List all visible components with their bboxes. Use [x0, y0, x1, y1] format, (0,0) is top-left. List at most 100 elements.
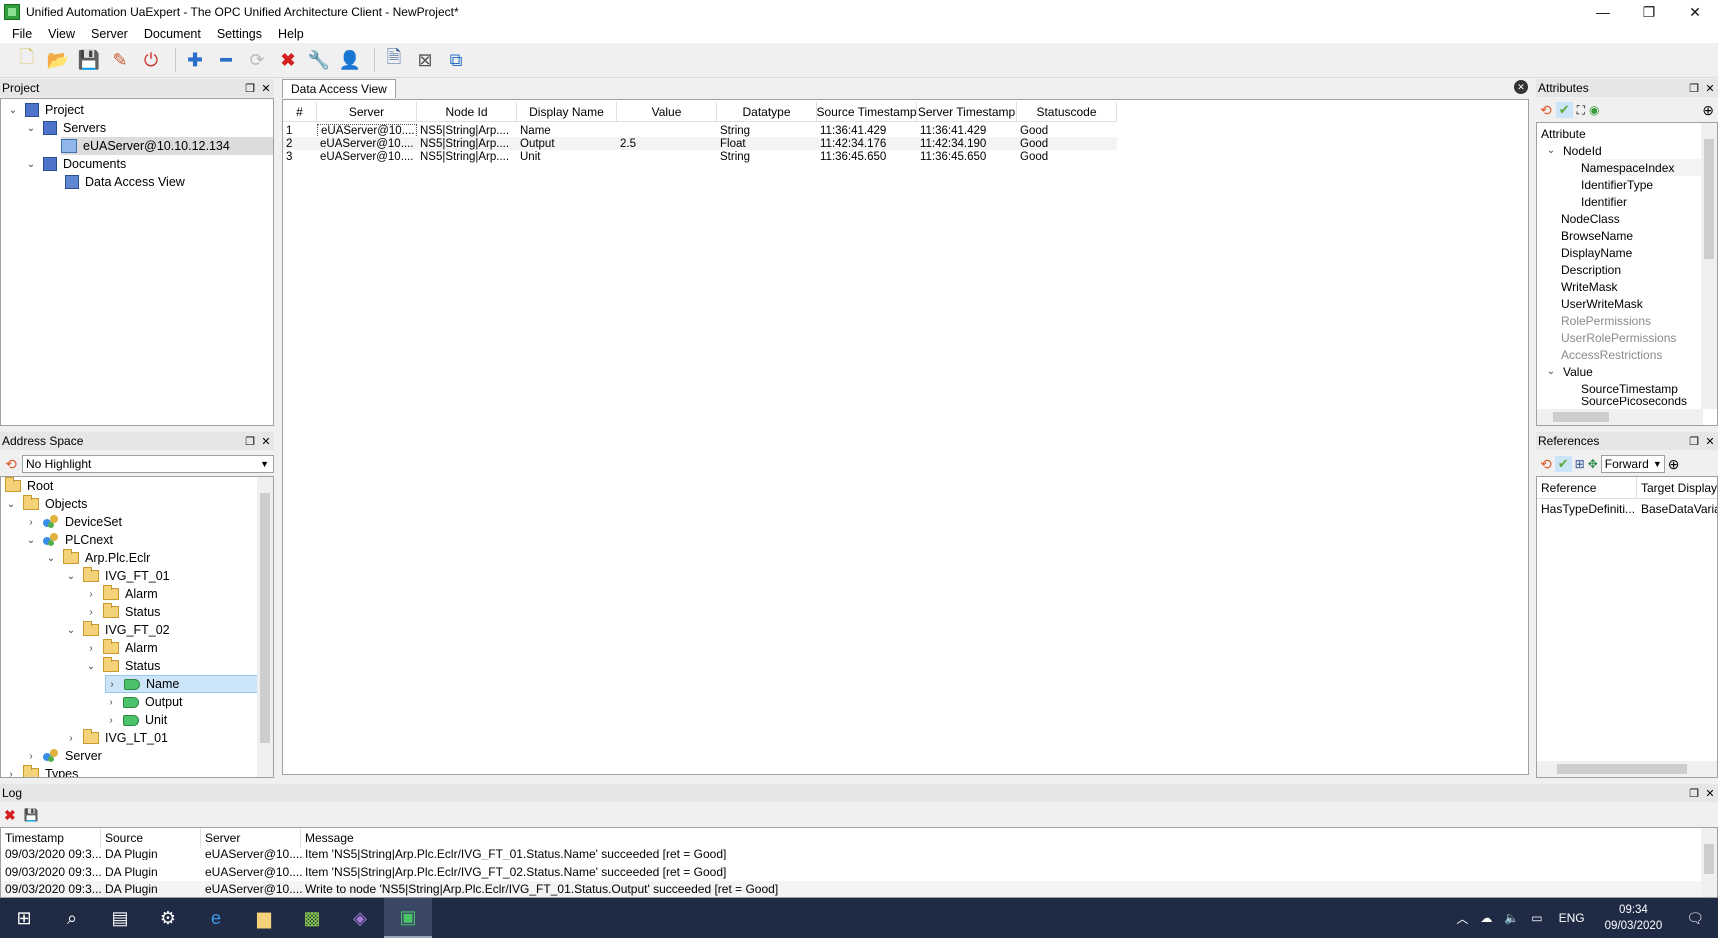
- undock-icon[interactable]: ❐: [242, 435, 258, 448]
- tree-item-servers[interactable]: ⌄ Servers: [25, 119, 106, 137]
- attr-nodeid[interactable]: ⌄ NodeId: [1545, 142, 1602, 159]
- remove-server-icon[interactable]: ━: [213, 47, 239, 73]
- search-icon[interactable]: ⌕: [48, 898, 96, 938]
- address-space-scrollbar[interactable]: [257, 477, 273, 777]
- attributes-hscrollbar[interactable]: [1537, 409, 1703, 425]
- visual-studio-icon[interactable]: ◈: [336, 898, 384, 938]
- undock-icon[interactable]: ❐: [1686, 82, 1702, 95]
- add-server-icon[interactable]: ✚: [182, 47, 208, 73]
- close-document-icon[interactable]: ⊠: [412, 47, 438, 73]
- attr-browsename[interactable]: BrowseName: [1561, 227, 1633, 244]
- node-output[interactable]: › Output: [105, 693, 182, 711]
- attributes-scrollbar[interactable]: [1701, 123, 1717, 409]
- undock-icon[interactable]: ❐: [1686, 435, 1702, 448]
- node-root[interactable]: Root: [5, 477, 53, 495]
- col-statuscode[interactable]: Statuscode: [1017, 101, 1117, 122]
- refresh-icon[interactable]: ⟲: [1540, 102, 1552, 119]
- attr-description[interactable]: Description: [1561, 261, 1621, 278]
- panel-close-icon[interactable]: ✕: [258, 435, 274, 448]
- attr-value[interactable]: ⌄ Value: [1545, 363, 1593, 380]
- menu-document[interactable]: Document: [136, 27, 209, 41]
- node-types[interactable]: › Types: [5, 765, 78, 777]
- node-arp-plc-eclr[interactable]: ⌄ Arp.Plc.Eclr: [45, 549, 150, 567]
- settings-wrench-icon[interactable]: 🔧: [306, 47, 332, 73]
- edge-browser-icon[interactable]: e: [192, 898, 240, 938]
- save-log-icon[interactable]: 💾: [24, 808, 39, 822]
- network-icon[interactable]: ▭: [1525, 911, 1548, 925]
- col-source[interactable]: Source: [101, 828, 201, 848]
- notification-icon[interactable]: 🗨: [1672, 910, 1718, 927]
- minimize-button[interactable]: —: [1580, 0, 1626, 24]
- menu-server[interactable]: Server: [83, 27, 136, 41]
- refresh-icon[interactable]: ⟲: [0, 456, 22, 473]
- col-timestamp[interactable]: Timestamp: [1, 828, 101, 848]
- menu-view[interactable]: View: [40, 27, 83, 41]
- save-as-icon[interactable]: ✎: [107, 47, 133, 73]
- file-explorer-icon[interactable]: ▆: [240, 898, 288, 938]
- attr-rolepermissions[interactable]: RolePermissions: [1561, 312, 1651, 329]
- log-row[interactable]: 09/03/2020 09:3... DA Plugin eUAServer@10.…: [1, 848, 726, 860]
- menu-file[interactable]: File: [4, 27, 40, 41]
- node-plcnext[interactable]: ⌄ PLCnext: [25, 531, 113, 549]
- table-row[interactable]: 1 eUAServer@10.... NS5|String|Arp.... Name S…: [283, 123, 1117, 138]
- col-server[interactable]: Server: [201, 828, 301, 848]
- node-ivg-ft-01[interactable]: ⌄ IVG_FT_01: [65, 567, 170, 585]
- settings-gear-icon[interactable]: ⚙: [144, 898, 192, 938]
- close-button[interactable]: ✕: [1672, 0, 1718, 24]
- node-unit[interactable]: › Unit: [105, 711, 167, 729]
- new-project-icon[interactable]: 🗋: [14, 47, 40, 73]
- table-row[interactable]: 2 eUAServer@10.... NS5|String|Arp.... Outpu…: [283, 137, 1117, 150]
- node-ivg-lt-01[interactable]: › IVG_LT_01: [65, 729, 168, 747]
- attr-accessrestrictions[interactable]: AccessRestrictions: [1561, 346, 1662, 363]
- node-deviceset[interactable]: › DeviceSet: [25, 513, 122, 531]
- undock-icon[interactable]: ❐: [1686, 787, 1702, 800]
- col-datatype[interactable]: Datatype: [717, 101, 817, 122]
- disconnect-icon[interactable]: ✖: [275, 47, 301, 73]
- col-value[interactable]: Value: [617, 101, 717, 122]
- dav-close-icon[interactable]: ✕: [1514, 80, 1528, 94]
- attr-writemask[interactable]: WriteMask: [1561, 278, 1617, 295]
- attr-namespaceindex[interactable]: NamespaceIndex: [1581, 159, 1701, 176]
- attr-userwritemask[interactable]: UserWriteMask: [1561, 295, 1643, 312]
- window-icon[interactable]: ⧉: [443, 47, 469, 73]
- quit-icon[interactable]: ⏻: [138, 47, 164, 73]
- attr-identifier[interactable]: Identifier: [1581, 193, 1627, 210]
- attr-displayname[interactable]: DisplayName: [1561, 244, 1632, 261]
- connect-icon[interactable]: ⟳: [244, 47, 270, 73]
- col-message[interactable]: Message: [301, 831, 1301, 845]
- windows-start-icon[interactable]: ⊞: [0, 898, 48, 938]
- document-icon[interactable]: 🗎: [381, 47, 407, 73]
- node-name-selected[interactable]: › Name: [105, 675, 259, 693]
- log-row[interactable]: 09/03/2020 09:3... DA Plugin eUAServer@10.…: [1, 864, 726, 880]
- node-alarm[interactable]: › Alarm: [85, 639, 158, 657]
- target-icon[interactable]: ✥: [1588, 457, 1598, 471]
- task-view-icon[interactable]: ▤: [96, 898, 144, 938]
- references-hscrollbar[interactable]: [1537, 761, 1717, 777]
- menu-help[interactable]: Help: [270, 27, 312, 41]
- panel-close-icon[interactable]: ✕: [1702, 82, 1718, 95]
- attr-userrolepermissions[interactable]: UserRolePermissions: [1561, 329, 1676, 346]
- reference-row[interactable]: HasTypeDefiniti... BaseDataVarial: [1537, 501, 1717, 517]
- col-source-timestamp[interactable]: Source Timestamp: [817, 101, 917, 122]
- col-index[interactable]: #: [283, 101, 317, 122]
- panel-close-icon[interactable]: ✕: [1702, 787, 1718, 800]
- plcnext-engineer-icon[interactable]: ▩: [288, 898, 336, 938]
- tray-chevron-up-icon[interactable]: ︿: [1450, 910, 1474, 927]
- node-objects[interactable]: ⌄ Objects: [5, 495, 87, 513]
- panel-close-icon[interactable]: ✕: [1702, 435, 1718, 448]
- clock[interactable]: 09:34 09/03/2020: [1595, 902, 1673, 934]
- add-icon[interactable]: ⊕: [1702, 102, 1718, 119]
- panel-close-icon[interactable]: ✕: [258, 82, 274, 95]
- attr-nodeclass[interactable]: NodeClass: [1561, 210, 1620, 227]
- check-icon[interactable]: ✔: [1555, 102, 1573, 118]
- node-alarm[interactable]: › Alarm: [85, 585, 158, 603]
- volume-icon[interactable]: 🔈: [1498, 911, 1525, 925]
- table-row[interactable]: 3 eUAServer@10.... NS5|String|Arp.... Unit S…: [283, 150, 1117, 163]
- tree-item-project[interactable]: ⌄ Project: [7, 101, 84, 119]
- maximize-button[interactable]: ❐: [1626, 0, 1672, 24]
- tree-item-data-access-view[interactable]: Data Access View: [65, 173, 185, 191]
- attr-sourcepicoseconds[interactable]: SourcePicoseconds: [1581, 397, 1687, 405]
- attr-identifiertype[interactable]: IdentifierType: [1581, 176, 1653, 193]
- add-icon[interactable]: ⊕: [1668, 456, 1680, 473]
- undock-icon[interactable]: ❐: [242, 82, 258, 95]
